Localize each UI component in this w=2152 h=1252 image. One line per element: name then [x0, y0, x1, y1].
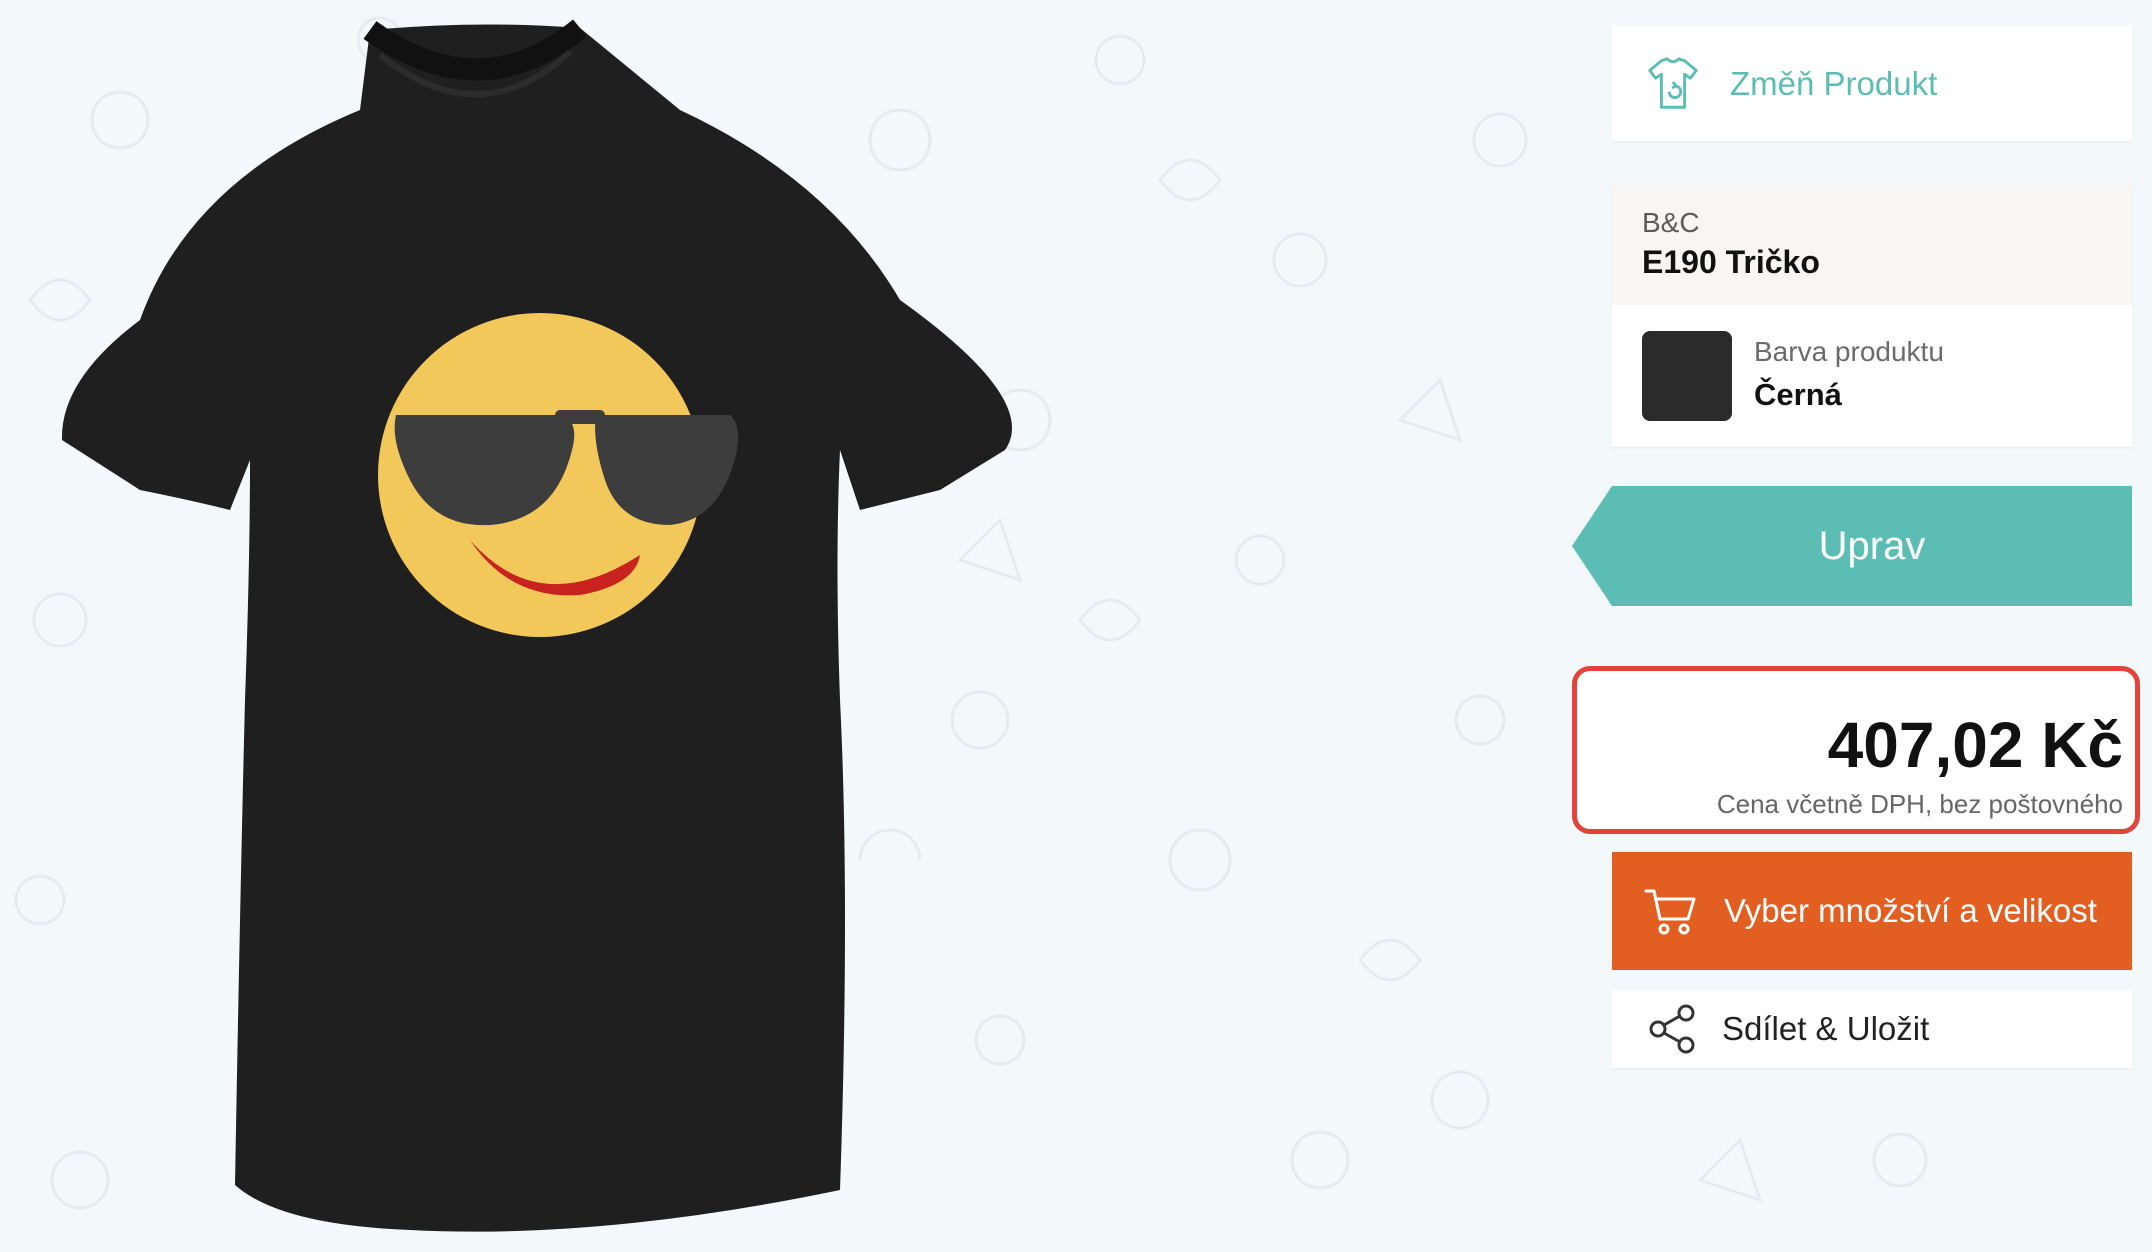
price-amount: 407,02 Kč	[1827, 709, 2123, 781]
product-name: E190 Tričko	[1642, 244, 1820, 280]
edit-button[interactable]: Uprav	[1572, 486, 2132, 606]
price-note: Cena včetně DPH, bez poštovného	[1716, 789, 2123, 819]
share-save-button[interactable]: Sdílet & Uložit	[1612, 990, 2132, 1068]
select-quantity-size-button[interactable]: Vyber množství a velikost	[1612, 852, 2132, 970]
product-title-block: B&C E190 Tričko	[1612, 184, 2132, 305]
product-info-card: B&C E190 Tričko Barva produktu Černá	[1612, 184, 2132, 447]
select-quantity-size-label: Vyber množství a velikost	[1724, 892, 2097, 929]
color-label: Barva produktu	[1754, 336, 1944, 367]
product-brand: B&C	[1642, 207, 1700, 238]
share-icon	[1649, 1004, 1695, 1054]
tshirt-swap-icon	[1648, 56, 1698, 109]
change-product-button[interactable]: Změň Produkt	[1612, 26, 2132, 141]
change-product-label: Změň Produkt	[1730, 64, 1938, 102]
edit-button-label: Uprav	[1818, 523, 1926, 568]
product-color-selector[interactable]: Barva produktu Černá	[1612, 305, 2132, 447]
product-preview	[40, 0, 1040, 1252]
color-value: Černá	[1754, 377, 1842, 412]
share-save-label: Sdílet & Uložit	[1722, 1010, 1930, 1047]
cart-icon	[1644, 889, 1696, 935]
price-box: 407,02 Kč Cena včetně DPH, bez poštovnéh…	[1572, 666, 2140, 834]
color-swatch	[1642, 331, 1732, 421]
